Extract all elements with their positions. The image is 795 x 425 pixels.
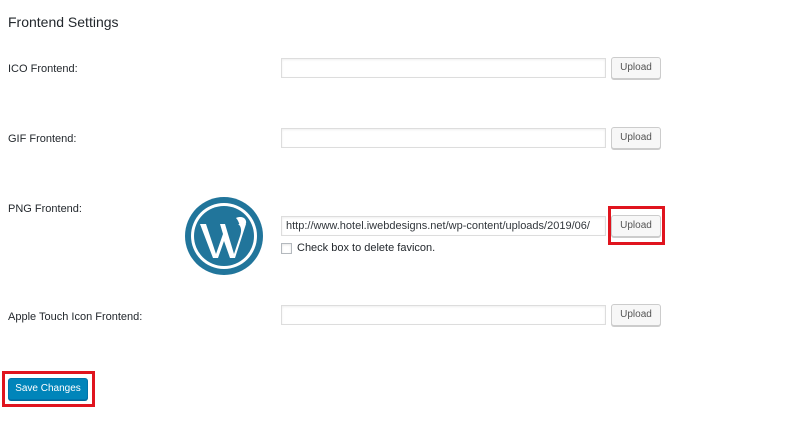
gif-upload-button[interactable]: Upload	[611, 127, 661, 149]
gif-frontend-input[interactable]	[281, 128, 606, 148]
ico-upload-button[interactable]: Upload	[611, 57, 661, 79]
gif-frontend-label: GIF Frontend:	[8, 133, 77, 145]
ico-frontend-input[interactable]	[281, 58, 606, 78]
save-changes-button[interactable]: Save Changes	[8, 378, 88, 400]
png-upload-button[interactable]: Upload	[611, 215, 661, 237]
section-title: Frontend Settings	[8, 14, 119, 30]
apple-touch-upload-button[interactable]: Upload	[611, 304, 661, 326]
png-frontend-label: PNG Frontend:	[8, 203, 82, 215]
png-frontend-input[interactable]	[281, 216, 606, 236]
delete-favicon-label: Check box to delete favicon.	[297, 242, 436, 254]
ico-frontend-label: ICO Frontend:	[8, 63, 78, 75]
apple-touch-frontend-input[interactable]	[281, 305, 606, 325]
delete-favicon-row: Check box to delete favicon.	[281, 242, 435, 254]
apple-touch-frontend-label: Apple Touch Icon Frontend:	[8, 311, 143, 323]
delete-favicon-checkbox[interactable]	[281, 242, 292, 254]
wordpress-logo-icon	[185, 197, 263, 275]
